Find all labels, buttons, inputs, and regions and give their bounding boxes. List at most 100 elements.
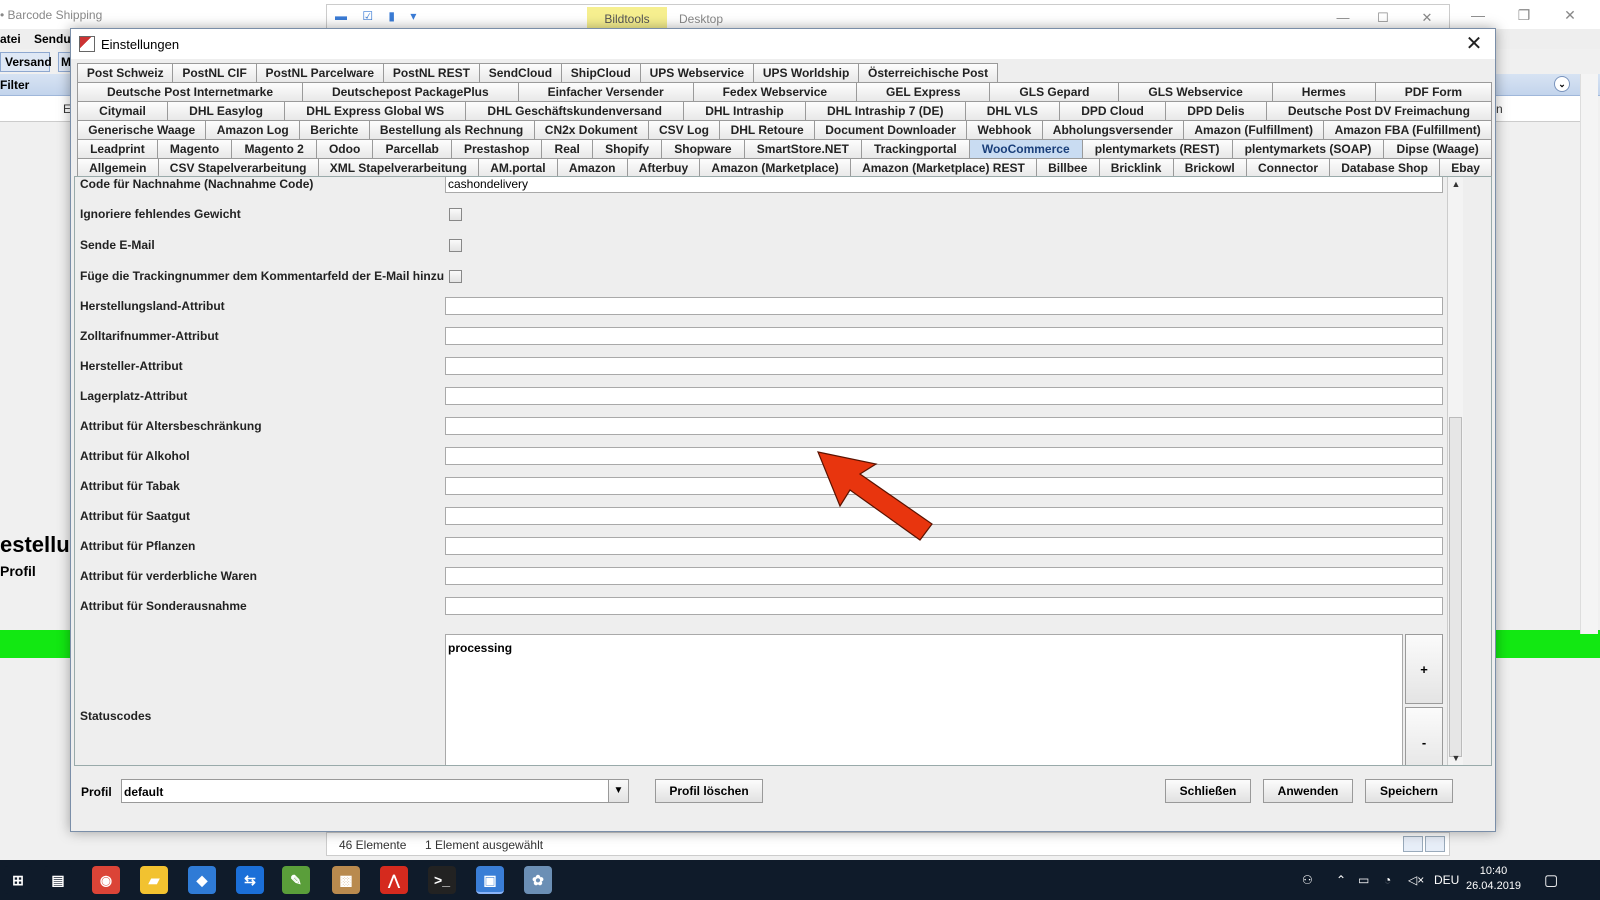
ribbon-tab-bildtools[interactable]: Bildtools — [587, 7, 667, 29]
nachnahme-code-input[interactable] — [445, 177, 1443, 193]
tray-chevron-icon[interactable]: ⌃ — [1336, 873, 1346, 887]
remote-desktop-icon[interactable]: ▣ — [476, 866, 504, 894]
send-email-checkbox[interactable] — [449, 239, 462, 252]
sonderausnahme-input[interactable] — [445, 597, 1443, 615]
file-explorer-icon[interactable]: ▰ — [140, 866, 168, 894]
menu-sendung[interactable]: Sendu — [34, 32, 71, 46]
tab-gls-gepard[interactable]: GLS Gepard — [989, 82, 1120, 101]
statuscode-item[interactable]: processing — [448, 641, 512, 655]
tab-bestellung-als-rechnung[interactable]: Bestellung als Rechnung — [368, 120, 535, 139]
tab-magento-2[interactable]: Magento 2 — [231, 139, 317, 158]
tab-amazon-marketplace-rest[interactable]: Amazon (Marketplace) REST — [849, 158, 1037, 177]
teamviewer-icon[interactable]: ⇆ — [236, 866, 264, 894]
statuscodes-list[interactable]: processing — [445, 634, 1403, 765]
herstellungsland-input[interactable] — [445, 297, 1443, 315]
tab-database-shop[interactable]: Database Shop — [1329, 158, 1441, 177]
alkohol-input[interactable] — [445, 447, 1443, 465]
tab-postnl-rest[interactable]: PostNL REST — [382, 63, 480, 82]
tab-ups-worldship[interactable]: UPS Worldship — [752, 63, 860, 82]
tab-cn2x-dokument[interactable]: CN2x Dokument — [533, 120, 649, 139]
windows-start-icon[interactable]: ⊞ — [4, 866, 32, 894]
tab-real[interactable]: Real — [541, 139, 593, 158]
tab-dhl-easylog[interactable]: DHL Easylog — [167, 101, 286, 120]
tab-afterbuy[interactable]: Afterbuy — [626, 158, 701, 177]
notification-icon[interactable]: ▢ — [1544, 871, 1558, 889]
tab-plentymarkets-soap[interactable]: plentymarkets (SOAP) — [1231, 139, 1385, 158]
tab-post-schweiz[interactable]: Post Schweiz — [77, 63, 174, 82]
tab-österreichische-post[interactable]: Österreichische Post — [858, 63, 998, 82]
tab-postnl-cif[interactable]: PostNL CIF — [172, 63, 257, 82]
tab-deutsche-post-dv-freimachung[interactable]: Deutsche Post DV Freimachung — [1265, 101, 1493, 120]
saatgut-input[interactable] — [445, 507, 1443, 525]
quick-access-icons[interactable]: ▬ ☑ ▮ ▾ — [335, 9, 422, 23]
zolltarif-input[interactable] — [445, 327, 1443, 345]
tab-plentymarkets-rest[interactable]: plentymarkets (REST) — [1081, 139, 1233, 158]
tab-prestashop[interactable]: Prestashop — [450, 139, 543, 158]
tab-sendcloud[interactable]: SendCloud — [478, 63, 562, 82]
add-statuscode-button[interactable]: + — [1405, 634, 1443, 704]
battery-icon[interactable]: ▭ — [1358, 873, 1369, 887]
close-icon[interactable]: ✕ — [1461, 31, 1487, 57]
tab-amazon-log[interactable]: Amazon Log — [205, 120, 301, 139]
lagerplatz-input[interactable] — [445, 387, 1443, 405]
apply-button[interactable]: Anwenden — [1263, 779, 1353, 803]
tab-citymail[interactable]: Citymail — [77, 101, 168, 120]
tab-leadprint[interactable]: Leadprint — [77, 139, 158, 158]
wifi-icon[interactable]: ◔ — [1384, 873, 1391, 887]
tab-ups-webservice[interactable]: UPS Webservice — [639, 63, 754, 82]
volume-icon[interactable]: ◁× — [1408, 873, 1424, 887]
people-icon[interactable]: ⚇ — [1302, 873, 1313, 887]
save-button[interactable]: Speichern — [1365, 779, 1453, 803]
notepad-icon[interactable]: ✎ — [282, 866, 310, 894]
tiles-view-icon[interactable] — [1425, 836, 1445, 852]
background-tab-versand[interactable]: Versand — [0, 52, 52, 72]
scroll-down-icon[interactable]: ▼ — [1448, 751, 1464, 765]
tab-bricklink[interactable]: Bricklink — [1098, 158, 1174, 177]
ignore-weight-checkbox[interactable] — [449, 208, 462, 221]
tab-smartstore-net[interactable]: SmartStore.NET — [743, 139, 862, 158]
tab-woocommerce[interactable]: WooCommerce — [968, 139, 1083, 158]
ribbon-tab-desktop[interactable]: Desktop — [679, 7, 723, 29]
tab-dpd-cloud[interactable]: DPD Cloud — [1059, 101, 1167, 120]
tab-allgemein[interactable]: Allgemein — [77, 158, 159, 177]
tab-document-downloader[interactable]: Document Downloader — [813, 120, 968, 139]
paint-icon[interactable]: ✿ — [524, 866, 552, 894]
tab-hermes[interactable]: Hermes — [1271, 82, 1376, 101]
tab-xml-stapelverarbeitung[interactable]: XML Stapelverarbeitung — [317, 158, 480, 177]
minimize-icon[interactable]: — — [1458, 4, 1498, 26]
tab-webhook[interactable]: Webhook — [966, 120, 1043, 139]
hersteller-input[interactable] — [445, 357, 1443, 375]
tab-deutschepost-packageplus[interactable]: Deutschepost PackagePlus — [301, 82, 519, 101]
remove-statuscode-button[interactable]: - — [1405, 707, 1443, 765]
tab-gls-webservice[interactable]: GLS Webservice — [1118, 82, 1273, 101]
tab-amazon[interactable]: Amazon — [556, 158, 628, 177]
tab-csv-log[interactable]: CSV Log — [647, 120, 721, 139]
tab-brickowl[interactable]: Brickowl — [1172, 158, 1247, 177]
tab-ebay[interactable]: Ebay — [1439, 158, 1493, 177]
scroll-up-icon[interactable]: ▲ — [1448, 177, 1464, 191]
delete-profile-button[interactable]: Profil löschen — [655, 779, 763, 803]
scroll-thumb[interactable] — [1449, 417, 1462, 757]
package-icon[interactable]: ▩ — [332, 866, 360, 894]
tab-parcellab[interactable]: Parcellab — [372, 139, 452, 158]
close-icon[interactable]: ✕ — [1550, 4, 1590, 26]
tab-postnl-parcelware[interactable]: PostNL Parcelware — [255, 63, 384, 82]
tab-odoo[interactable]: Odoo — [315, 139, 374, 158]
tab-pdf-form[interactable]: PDF Form — [1374, 82, 1493, 101]
tab-trackingportal[interactable]: Trackingportal — [860, 139, 970, 158]
tracking-comment-checkbox[interactable] — [449, 270, 462, 283]
tab-dhl-intraship-7-de[interactable]: DHL Intraship 7 (DE) — [804, 101, 966, 120]
tab-csv-stapelverarbeitung[interactable]: CSV Stapelverarbeitung — [157, 158, 319, 177]
tab-amazon-fulfillment[interactable]: Amazon (Fulfillment) — [1183, 120, 1325, 139]
altersbeschraenkung-input[interactable] — [445, 417, 1443, 435]
tab-connector[interactable]: Connector — [1245, 158, 1331, 177]
tab-generische-waage[interactable]: Generische Waage — [77, 120, 207, 139]
tab-am-portal[interactable]: AM.portal — [478, 158, 558, 177]
tab-berichte[interactable]: Berichte — [299, 120, 370, 139]
tab-abholungsversender[interactable]: Abholungsversender — [1041, 120, 1185, 139]
tab-amazon-fba-fulfillment[interactable]: Amazon FBA (Fulfillment) — [1323, 120, 1493, 139]
settings-scrollbar[interactable]: ▲ ▼ — [1447, 177, 1463, 765]
tab-billbee[interactable]: Billbee — [1035, 158, 1100, 177]
chevron-down-icon[interactable]: ▼ — [608, 780, 628, 802]
tab-shopify[interactable]: Shopify — [591, 139, 663, 158]
